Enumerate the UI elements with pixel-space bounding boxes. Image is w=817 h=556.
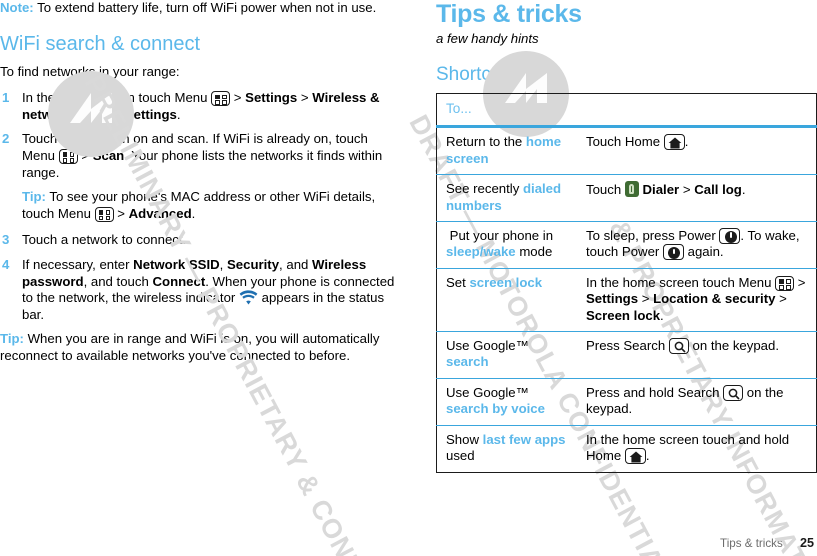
task-keyword: sleep/wake [446,244,516,260]
footer-chapter: Tips & tricks [720,537,783,550]
table-cell-task: Show last few apps used [436,424,580,472]
table-row: See recently dialed numbers Touch Dialer… [436,174,817,222]
menu-key-icon [94,206,114,222]
step-text: If necessary, enter Network SSID, Securi… [22,256,395,322]
left-column: Note: To extend battery life, turn off W… [0,0,408,375]
search-key-icon [723,384,744,401]
step-text: Touch a network to connect. [22,232,187,248]
shortcuts-heading: Shortcuts [436,64,517,85]
menu-key-icon [58,148,78,164]
table-row: Set screen lock In the home screen touch… [436,267,817,332]
table-cell-action: Touch Home . [580,126,817,175]
page-title: Tips & tricks [436,0,582,28]
table-row: Put your phone in sleep/wake mode To sle… [436,221,817,269]
table-header-cell-to: To... [436,93,580,129]
shortcuts-table: To... Return to the home screen Touch Ho… [436,93,817,473]
table-row: Use Google™ search by voice Press and ho… [436,377,817,426]
tip-label: Tip: [22,189,46,205]
note-text: To extend battery life, turn off WiFi po… [37,0,377,15]
table-cell-task: Return to the home screen [436,126,580,175]
menu-key-icon [211,91,231,107]
table-header-cell-action [580,93,817,129]
step-text: In the home screen touch Menu > Settings… [22,90,380,122]
table-cell-action: Press and hold Search on the keypad. [580,377,817,426]
final-tip-text: When you are in range and WiFi is on, yo… [0,331,380,363]
section-heading-wifi: WiFi search & connect [0,32,201,55]
step-2: 2 Touch WiFi to turn on and scan. If WiF… [0,131,400,222]
tip-text-bold: Advanced [128,205,192,221]
step-number: 2 [2,131,10,147]
search-key-icon [668,338,689,355]
table-row: Use Google™ search Press Search on the k… [436,331,817,379]
table-cell-task: Use Google™ search by voice [436,377,580,426]
menu-key-icon [775,275,795,291]
note-label: Note: [0,0,34,15]
wifi-signal-icon [239,290,258,305]
home-key-icon [624,448,646,465]
task-keyword: last few apps [482,431,566,447]
step-number: 4 [2,256,10,272]
task-keyword: dialed numbers [446,181,562,213]
table-row: Show last few apps used In the home scre… [436,424,817,472]
page-footer: Tips & tricks 25 [720,536,814,550]
note-paragraph: Note: To extend battery life, turn off W… [0,0,400,17]
table-row: Return to the home screen Touch Home . [436,126,817,175]
table-cell-action: Touch Dialer > Call log. [580,174,817,222]
tip-text-sep: > [113,205,129,221]
table-cell-task: Put your phone in sleep/wake mode [436,221,580,269]
table-cell-task: Set screen lock [436,267,580,332]
final-tip-paragraph: Tip: When you are in range and WiFi is o… [0,331,400,364]
table-cell-action: In the home screen touch and hold Home . [580,424,817,472]
table-cell-action: Press Search on the keypad. [580,331,817,379]
tip-text-before: To see your phone's MAC address or other… [22,189,376,221]
task-keyword: screen lock [469,274,543,290]
power-key-icon [719,228,741,245]
step-1: 1 In the home screen touch Menu > Settin… [0,90,400,123]
step-3: 3 Touch a network to connect. [0,232,400,249]
table-cell-action: To sleep, press Power . To wake, touch P… [580,221,817,269]
task-keyword: search [446,354,489,370]
tip-text-end: . [191,205,196,221]
footer-page-number: 25 [799,536,814,550]
step-number: 1 [2,90,10,106]
home-key-icon [663,134,685,151]
table-cell-task: Use Google™ search [436,331,580,379]
task-keyword: search by voice [446,401,545,417]
power-key-icon [662,244,684,261]
dialer-app-icon [624,181,639,198]
right-column: Tips & tricks a few handy hints Shortcut… [436,0,817,473]
task-keyword: home screen [446,134,562,166]
intro-paragraph: To find networks in your range: [0,63,180,79]
step-text: Touch WiFi to turn on and scan. If WiFi … [22,131,383,180]
page-subtitle: a few handy hints [436,31,539,46]
step-number: 3 [2,232,10,248]
numbered-steps: 1 In the home screen touch Menu > Settin… [0,90,400,323]
step-4: 4 If necessary, enter Network SSID, Secu… [0,257,400,323]
final-tip-label: Tip: [0,331,24,347]
step-2-tip: Tip: To see your phone's MAC address or … [22,189,400,222]
table-cell-action: In the home screen touch Menu > Settings… [580,267,817,332]
table-cell-task: See recently dialed numbers [436,174,580,222]
table-header-row: To... [436,93,817,129]
manual-page: PRELIMINARY — PROPRIETARY & CONFIDENTIAL… [0,0,817,556]
